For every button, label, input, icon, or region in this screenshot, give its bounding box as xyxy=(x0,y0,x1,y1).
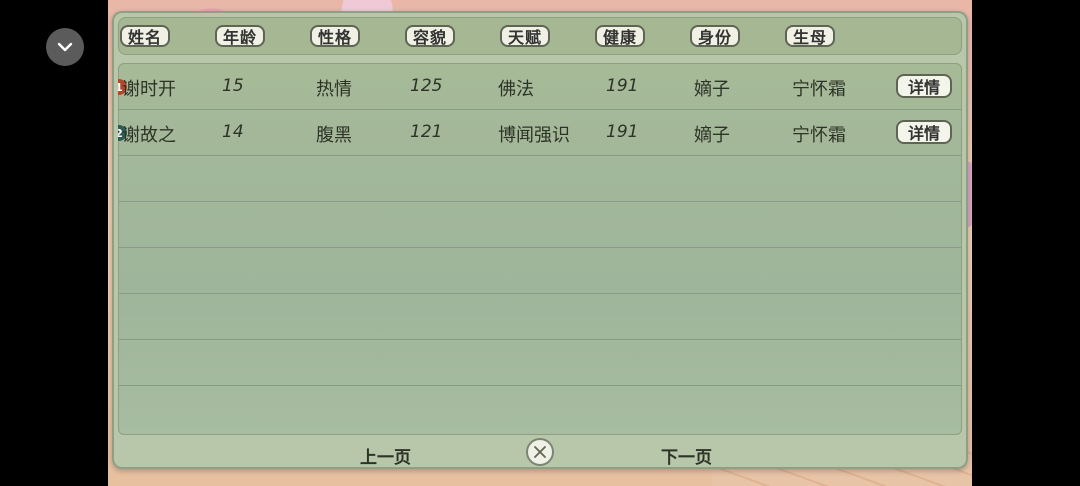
sort-health-button[interactable]: 健康 xyxy=(595,25,646,47)
detail-button[interactable]: 详情 xyxy=(896,120,952,144)
sort-personality-button[interactable]: 性格 xyxy=(310,25,361,47)
empty-row xyxy=(118,339,962,386)
child-name: 谢时开 xyxy=(122,79,176,100)
child-mother: 宁怀霜 xyxy=(792,125,846,146)
child-status: 嫡子 xyxy=(694,125,730,146)
child-personality: 热情 xyxy=(316,79,352,100)
child-health: 191 xyxy=(606,76,639,96)
column-header-bar: 姓名 年龄 性格 容貌 天赋 健康 身份 生母 xyxy=(118,17,962,55)
empty-row xyxy=(118,293,962,340)
sort-appearance-button[interactable]: 容貌 xyxy=(405,25,456,47)
child-age: 15 xyxy=(222,76,244,96)
children-list-panel: 姓名 年龄 性格 容貌 天赋 健康 身份 生母 1 谢时开 15 热情 125 … xyxy=(112,11,968,469)
sort-age-button[interactable]: 年龄 xyxy=(215,25,266,47)
empty-row xyxy=(118,155,962,202)
list-item[interactable]: 2 谢故之 14 腹黑 121 博闻强识 191 嫡子 宁怀霜 详情 xyxy=(118,109,962,156)
child-health: 191 xyxy=(606,122,639,142)
list-item[interactable]: 1 谢时开 15 热情 125 佛法 191 嫡子 宁怀霜 详情 xyxy=(118,63,962,110)
empty-row xyxy=(118,201,962,248)
detail-button[interactable]: 详情 xyxy=(896,74,952,98)
close-button[interactable] xyxy=(526,438,554,466)
child-appearance: 125 xyxy=(410,76,443,96)
child-talent: 佛法 xyxy=(498,79,534,100)
prev-page-button[interactable]: 上一页 xyxy=(360,443,411,468)
sort-talent-button[interactable]: 天赋 xyxy=(500,25,551,47)
children-list: 1 谢时开 15 热情 125 佛法 191 嫡子 宁怀霜 详情 2 谢故之 1… xyxy=(118,63,962,435)
sort-name-button[interactable]: 姓名 xyxy=(120,25,171,47)
sort-mother-button[interactable]: 生母 xyxy=(785,25,836,47)
child-mother: 宁怀霜 xyxy=(792,79,846,100)
child-age: 14 xyxy=(222,122,244,142)
next-page-button[interactable]: 下一页 xyxy=(661,443,712,468)
child-status: 嫡子 xyxy=(694,79,730,100)
child-talent: 博闻强识 xyxy=(498,125,570,146)
child-name: 谢故之 xyxy=(122,125,176,146)
child-personality: 腹黑 xyxy=(316,125,352,146)
collapse-toggle-button[interactable] xyxy=(46,28,84,66)
close-icon xyxy=(534,446,546,458)
empty-row xyxy=(118,247,962,294)
chevron-down-icon xyxy=(57,42,73,52)
child-appearance: 121 xyxy=(410,122,443,142)
sort-status-button[interactable]: 身份 xyxy=(690,25,741,47)
